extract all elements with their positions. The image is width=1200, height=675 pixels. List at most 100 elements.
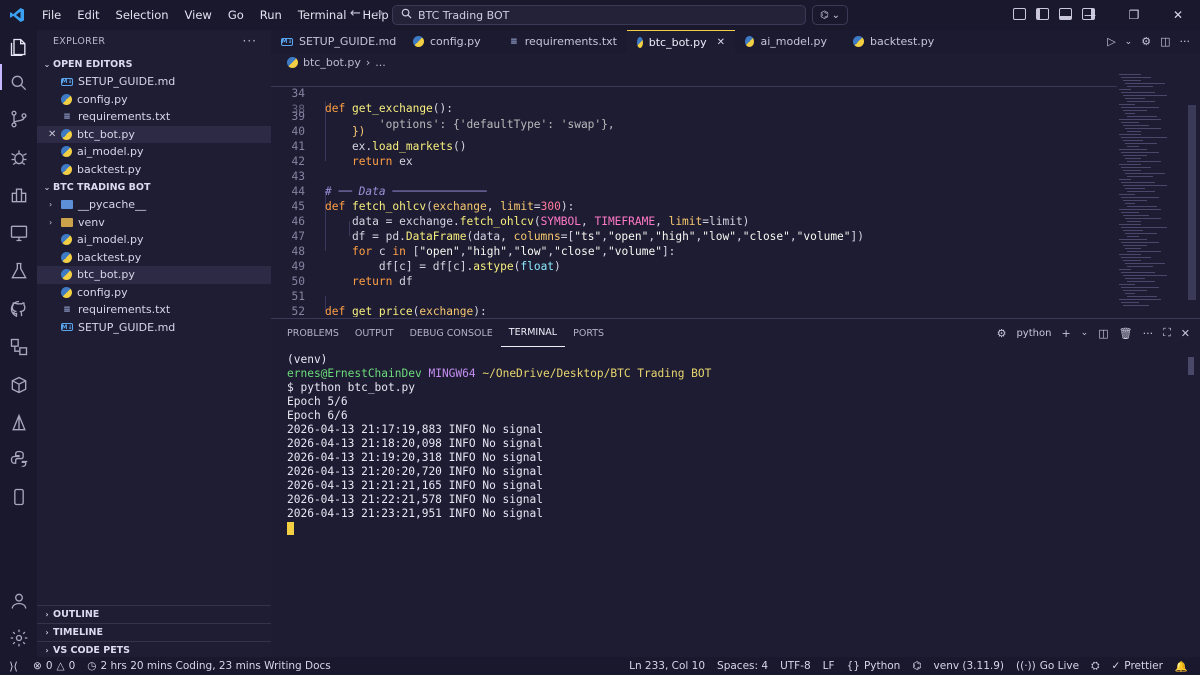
- open-editor-item-active[interactable]: ✕ btc_bot.py: [37, 125, 271, 143]
- remote-explorer-icon[interactable]: [0, 218, 37, 248]
- tab-terminal[interactable]: TERMINAL: [500, 319, 566, 347]
- close-icon[interactable]: ✕: [48, 129, 56, 140]
- deploy-icon[interactable]: [0, 408, 37, 438]
- wakatime-status[interactable]: ◷ 2 hrs 20 mins Coding, 23 mins Writing …: [81, 660, 337, 672]
- cube-icon[interactable]: [0, 370, 37, 400]
- folder-item[interactable]: › __pycache__: [37, 196, 271, 214]
- remote-indicator-icon[interactable]: ⟩⟨: [0, 657, 27, 675]
- indentation[interactable]: Spaces: 4: [711, 660, 774, 672]
- python-interpreter[interactable]: venv (3.11.9): [928, 660, 1010, 672]
- file-item[interactable]: ≡ requirements.txt: [37, 301, 271, 319]
- explorer-icon[interactable]: [0, 32, 37, 62]
- close-panel-icon[interactable]: ✕: [1181, 327, 1190, 340]
- problems-status[interactable]: ⊗ 0 △ 0: [27, 660, 81, 672]
- tab-backtest[interactable]: backtest.py: [837, 30, 947, 53]
- open-editor-item[interactable]: ai_model.py: [37, 143, 271, 161]
- terminal-scrollbar[interactable]: [1188, 357, 1194, 375]
- outline-section[interactable]: › OUTLINE: [37, 605, 271, 623]
- new-terminal-icon[interactable]: +: [1061, 327, 1070, 340]
- notifications-icon[interactable]: ⛭: [1085, 660, 1105, 673]
- mobile-device-icon[interactable]: [0, 482, 37, 512]
- minimize-icon[interactable]: —: [1068, 0, 1112, 30]
- terminal-output[interactable]: (venv) ernes@ErnestChainDev MINGW64 ~/On…: [287, 353, 711, 535]
- menu-file[interactable]: File: [34, 8, 69, 22]
- debug-icon[interactable]: ⚙: [1141, 35, 1151, 48]
- open-editor-item[interactable]: backtest.py: [37, 161, 271, 179]
- menu-go[interactable]: Go: [220, 8, 252, 22]
- more-actions-icon[interactable]: ···: [1180, 35, 1191, 48]
- minimap[interactable]: [1117, 71, 1187, 317]
- tab-setup-guide[interactable]: M↓ SETUP_GUIDE.md: [271, 30, 396, 53]
- toggle-sidebar-icon[interactable]: [1036, 8, 1049, 20]
- code-editor[interactable]: 38 'options': {'defaultType': 'swap'}, 3…: [271, 71, 1117, 317]
- trash-icon[interactable]: 🗑: [1119, 327, 1133, 340]
- tab-problems[interactable]: PROBLEMS: [279, 319, 347, 347]
- more-actions-icon[interactable]: ···: [243, 34, 257, 48]
- chevron-down-icon[interactable]: ⌄: [1081, 328, 1089, 338]
- tab-output[interactable]: OUTPUT: [347, 319, 402, 347]
- account-icon[interactable]: [0, 586, 37, 616]
- file-item[interactable]: ai_model.py: [37, 231, 271, 249]
- split-editor-icon[interactable]: ◫: [1160, 35, 1170, 48]
- extensions-icon[interactable]: [0, 180, 37, 210]
- containers-icon[interactable]: [0, 332, 37, 362]
- file-item-active[interactable]: btc_bot.py: [37, 266, 271, 284]
- open-editors-section[interactable]: ⌄ OPEN EDITORS: [37, 55, 271, 73]
- folder-item[interactable]: › venv: [37, 214, 271, 232]
- tab-ai-model[interactable]: ai_model.py: [735, 30, 837, 53]
- menu-selection[interactable]: Selection: [108, 8, 177, 22]
- restore-icon[interactable]: ❐: [1112, 0, 1156, 30]
- encoding[interactable]: UTF-8: [774, 660, 817, 672]
- breadcrumb-file[interactable]: btc_bot.py: [303, 56, 361, 69]
- prettier-status[interactable]: ✓ Prettier: [1105, 660, 1168, 672]
- bell-icon[interactable]: 🔔: [1169, 660, 1194, 673]
- forward-arrow-icon[interactable]: →: [373, 6, 384, 21]
- breadcrumb: btc_bot.py › ...: [271, 53, 1200, 71]
- chevron-down-icon[interactable]: ⌄: [1125, 37, 1133, 47]
- copilot-status-icon[interactable]: ⌬: [906, 660, 927, 672]
- tab-config[interactable]: config.py: [389, 30, 499, 53]
- file-item[interactable]: backtest.py: [37, 249, 271, 267]
- back-arrow-icon[interactable]: ←: [350, 6, 361, 21]
- timeline-section[interactable]: › TIMELINE: [37, 623, 271, 641]
- close-icon[interactable]: ✕: [717, 37, 725, 48]
- command-center-search[interactable]: BTC Trading BOT: [392, 5, 806, 25]
- menu-run[interactable]: Run: [252, 8, 290, 22]
- file-item[interactable]: M↓ SETUP_GUIDE.md: [37, 319, 271, 337]
- tab-requirements[interactable]: ≡ requirements.txt: [499, 30, 627, 53]
- menu-view[interactable]: View: [177, 8, 220, 22]
- testing-icon[interactable]: [0, 256, 37, 286]
- menu-terminal[interactable]: Terminal: [290, 8, 355, 22]
- end-of-line[interactable]: LF: [817, 660, 841, 672]
- python-icon[interactable]: [0, 444, 37, 474]
- split-terminal-icon[interactable]: ◫: [1098, 327, 1108, 340]
- minimap-line: [1125, 113, 1135, 115]
- more-actions-icon[interactable]: ···: [1143, 327, 1154, 340]
- open-editor-item[interactable]: ≡ requirements.txt: [37, 108, 271, 126]
- open-editor-item[interactable]: config.py: [37, 91, 271, 109]
- tab-btc-bot[interactable]: btc_bot.py ✕: [627, 30, 735, 53]
- tab-ports[interactable]: PORTS: [565, 319, 612, 347]
- go-live-button[interactable]: ((·)) Go Live: [1010, 660, 1085, 672]
- cursor-position[interactable]: Ln 233, Col 10: [623, 660, 711, 672]
- open-editor-item[interactable]: M↓ SETUP_GUIDE.md: [37, 73, 271, 91]
- settings-gear-icon[interactable]: [0, 623, 37, 653]
- breadcrumb-more[interactable]: ...: [375, 56, 386, 69]
- project-section[interactable]: ⌄ BTC TRADING BOT: [37, 178, 271, 196]
- open-editor-label: btc_bot.py: [77, 127, 135, 141]
- file-item[interactable]: config.py: [37, 284, 271, 302]
- source-control-icon[interactable]: [0, 104, 37, 134]
- run-debug-icon[interactable]: [0, 142, 37, 172]
- customize-layout-icon[interactable]: [1013, 8, 1026, 20]
- editor-scrollbar[interactable]: [1188, 105, 1196, 300]
- run-play-icon[interactable]: ▷: [1107, 35, 1115, 48]
- maximize-panel-icon[interactable]: ⛶: [1163, 326, 1171, 340]
- tab-debug-console[interactable]: DEBUG CONSOLE: [402, 319, 501, 347]
- github-icon[interactable]: [0, 294, 37, 324]
- copilot-button[interactable]: ⌬ ⌄: [812, 5, 848, 25]
- close-window-icon[interactable]: ✕: [1156, 0, 1200, 30]
- language-mode[interactable]: {} Python: [841, 660, 907, 672]
- search-activity-icon[interactable]: [0, 68, 37, 98]
- menu-edit[interactable]: Edit: [69, 8, 107, 22]
- terminal-shell-label[interactable]: python: [1016, 328, 1051, 339]
